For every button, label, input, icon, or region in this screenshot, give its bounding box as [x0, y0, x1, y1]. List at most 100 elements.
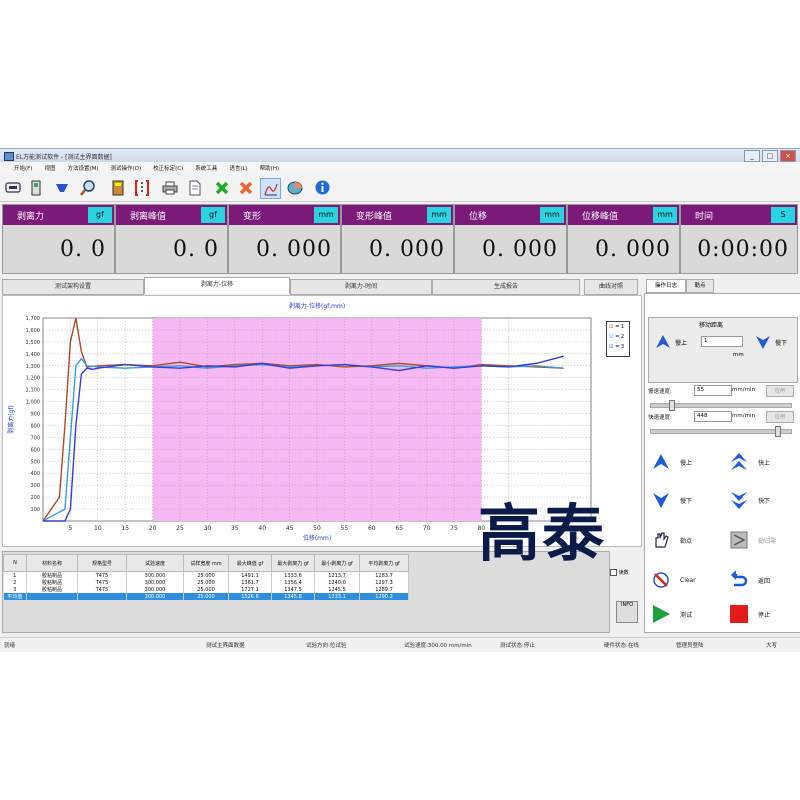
chart-legend[interactable]: ☑ = 1 ☑ = 2 ☑ = 3 — [606, 321, 630, 357]
readout-time: 时间 S 0:00:00 — [680, 204, 798, 274]
return-button[interactable]: 返回 — [724, 565, 792, 595]
chart-title: 剥离力-位移(gf,mm) — [289, 302, 345, 310]
column-header[interactable]: 试样宽度 mm — [183, 554, 229, 572]
reading-checkbox[interactable]: 读数 — [610, 569, 629, 576]
column-header[interactable]: 平均剥离力 gf — [359, 554, 409, 572]
red-bracket-icon[interactable] — [132, 178, 151, 197]
status-bar: 就绪 测试主界面数据 试验方向:拉试验 试验速度:300.00 mm/min 测… — [0, 637, 800, 652]
column-header[interactable]: 最小剥离力 gf — [314, 554, 360, 572]
fast-up-button[interactable]: 快上 — [724, 447, 792, 477]
fast-speed-input[interactable]: 448 — [694, 411, 732, 422]
table-row[interactable]: 3 胶粘制品 T475 300.000 25.000 1727.1 1347.5 1245.5… — [3, 586, 409, 593]
table-cell: 胶粘制品 — [26, 586, 78, 593]
cup-icon[interactable] — [52, 178, 71, 197]
readout-value: 0. 000 — [256, 237, 332, 262]
column-header[interactable]: N — [3, 554, 27, 572]
x-axis-label: 位移(mm) — [303, 534, 331, 542]
stop-button[interactable]: 停止 — [724, 599, 792, 629]
book-icon[interactable] — [108, 178, 127, 197]
menu-method[interactable]: 方法设置(M) — [67, 164, 98, 172]
minimize-button[interactable]: _ — [744, 150, 760, 162]
table-row[interactable]: 1 胶粘制品 T475 300.000 25.000 1491.1 1333.6 1213.7… — [3, 571, 409, 579]
status-speed: 试验速度:300.00 mm/min — [404, 643, 472, 649]
tab-force-displacement[interactable]: 剥离力-位移 — [144, 277, 290, 294]
app-icon — [4, 152, 14, 161]
move-distance-input[interactable]: 1 — [701, 336, 743, 347]
readout-deformation-peak: 变形峰值 mm 0. 000 — [341, 204, 454, 274]
chart-icon[interactable] — [285, 178, 304, 197]
slow-speed-input[interactable]: 55 — [694, 385, 732, 396]
menu-view[interactable]: 视图 — [44, 164, 55, 172]
check-point-button[interactable]: 勒点 — [646, 525, 714, 555]
monitor-icon[interactable] — [3, 178, 22, 197]
clear-icon — [650, 569, 672, 591]
close-button[interactable]: × — [780, 150, 796, 162]
y-axis-label: 剥离力(gf) — [7, 405, 15, 434]
tab-test-setup[interactable]: 测试架构设置 — [2, 279, 144, 295]
green-x-icon[interactable] — [212, 178, 231, 197]
table-cell: 1233.1 — [314, 593, 360, 600]
y-tick-label: 200 — [30, 495, 40, 501]
tab-report[interactable]: 生成报告 — [432, 279, 580, 295]
menu-calibrate[interactable]: 校正标定(C) — [153, 164, 183, 172]
move-down-arrow-icon[interactable] — [755, 334, 771, 350]
fast-speed-slider[interactable] — [650, 426, 792, 437]
average-row[interactable]: 平均值 300.000 25.000 1526.6 1345.8 1233.1 1290.2 — [3, 593, 409, 600]
table-row[interactable]: 2 胶粘制品 T475 300.000 25.000 1361.7 1356.4 1240.0… — [3, 579, 409, 586]
clear-button[interactable]: Clear — [646, 565, 714, 595]
menu-test[interactable]: 测试操作(O) — [111, 164, 142, 172]
apply-slow-speed-button[interactable]: 应用 — [766, 385, 794, 397]
status-caps: 大写 — [766, 643, 778, 649]
menu-help[interactable]: 帮助(H) — [260, 164, 279, 172]
menu-start[interactable]: 开始(F) — [14, 164, 32, 172]
readout-label: 位移 — [469, 212, 488, 222]
column-header[interactable]: 规格型号 — [77, 554, 127, 572]
window-title: EL万能测试软件 - [测试主界面数据] — [16, 154, 112, 161]
start-test-button[interactable]: 测试 — [646, 599, 714, 629]
slow-up-button[interactable]: 慢上 — [646, 447, 714, 477]
legend-item-1[interactable]: ☑ = 1 — [607, 322, 629, 332]
readout-unit: mm — [540, 207, 564, 223]
maximize-button[interactable]: □ — [762, 150, 778, 162]
legend-item-3[interactable]: ☑ = 3 — [607, 342, 629, 352]
readout-displacement-peak: 位移峰值 mm 0. 000 — [567, 204, 680, 274]
column-header[interactable]: 最大峰值 gf — [228, 554, 272, 572]
tab-operation-log[interactable]: 操作日志 — [646, 279, 686, 293]
fast-down-button[interactable]: 快下 — [724, 485, 792, 515]
menu-language[interactable]: 语言(L) — [229, 164, 247, 172]
tab-force-time[interactable]: 剥离力-时间 — [290, 279, 432, 295]
info-panel-icon[interactable]: INFO — [616, 601, 638, 623]
table-cell: 2 — [3, 579, 27, 586]
orange-x-icon[interactable] — [236, 178, 255, 197]
table-cell — [26, 593, 78, 600]
table-cell: 1290.2 — [359, 593, 409, 600]
readout-unit: gf — [88, 207, 112, 223]
magnifier-icon[interactable] — [78, 178, 97, 197]
legend-item-2[interactable]: ☑ = 2 — [607, 332, 629, 342]
device-icon[interactable] — [26, 178, 45, 197]
slow-down-button[interactable]: 慢下 — [646, 485, 714, 515]
apply-fast-speed-button[interactable]: 应用 — [766, 411, 794, 423]
curve-icon[interactable] — [260, 178, 281, 199]
tab-check-point[interactable]: 勒点 — [686, 279, 714, 293]
x-tick-label: 30 — [204, 525, 212, 532]
x-tick-label: 65 — [395, 525, 403, 532]
double-up-arrow-icon — [728, 451, 750, 473]
printer-icon[interactable] — [160, 178, 179, 197]
check-zero-button[interactable]: 勒归零 — [724, 525, 792, 555]
info-icon[interactable] — [313, 178, 332, 197]
slow-speed-slider[interactable] — [650, 400, 792, 411]
column-header[interactable]: 材料名称 — [26, 554, 78, 572]
move-unit: mm — [733, 352, 744, 358]
y-tick-label: 100 — [30, 507, 40, 513]
x-tick-label: 70 — [423, 525, 431, 532]
document-icon[interactable] — [185, 178, 204, 197]
move-up-arrow-icon[interactable] — [655, 334, 671, 350]
column-header[interactable]: 最大剥离力 gf — [271, 554, 315, 572]
y-tick-label: 700 — [30, 435, 40, 441]
x-tick-label: 35 — [231, 525, 239, 532]
x-tick-label: 25 — [176, 525, 184, 532]
curve-compare-button[interactable]: 曲线对照 — [584, 279, 638, 295]
column-header[interactable]: 试验速度 — [126, 554, 184, 572]
menu-tools[interactable]: 系统工具 — [195, 164, 217, 172]
